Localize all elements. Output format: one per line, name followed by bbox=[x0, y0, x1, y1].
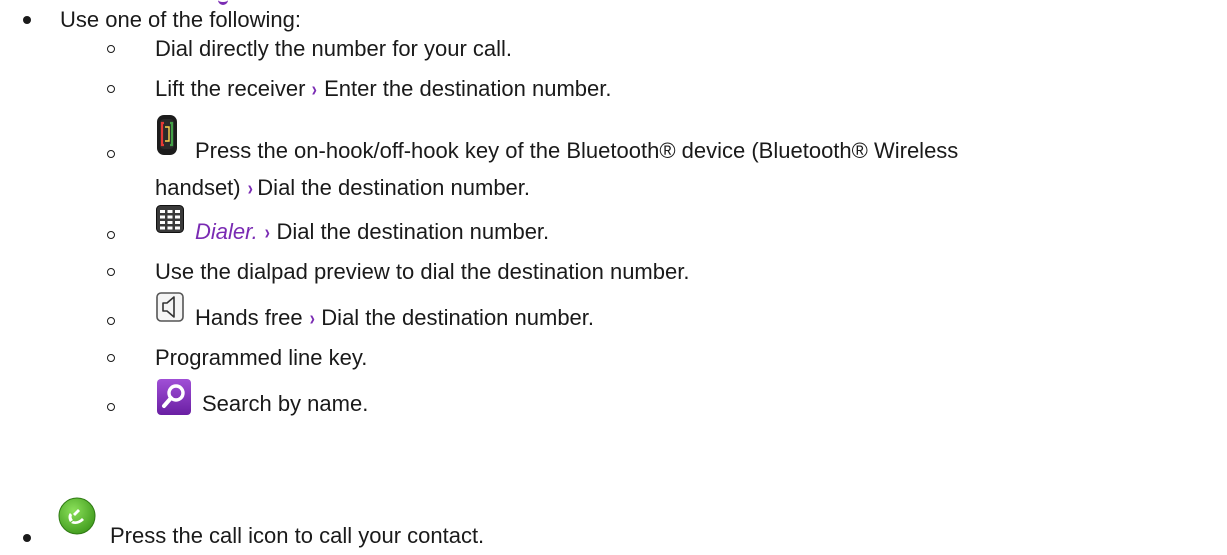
step-separator: › bbox=[312, 79, 318, 101]
sub-bullet-ring bbox=[107, 85, 115, 93]
handset-text: handset) bbox=[155, 175, 241, 200]
bluetooth-handset-icon bbox=[157, 115, 177, 155]
heading-fragment bbox=[218, 0, 228, 5]
intro-text: Use one of the following: bbox=[60, 7, 301, 32]
sub-bullet-ring bbox=[107, 45, 115, 53]
sub-bullet-ring bbox=[107, 268, 115, 276]
list-item-dial-directly: Dial directly the number for your call. bbox=[155, 36, 513, 61]
hands-free-text: Hands free bbox=[195, 305, 303, 330]
lift-receiver-text: Lift the receiver bbox=[155, 76, 306, 101]
bullet-dot bbox=[23, 16, 31, 24]
step-separator: › bbox=[309, 308, 315, 330]
list-item-hands-free: Hands free › Dial the destination number. bbox=[195, 305, 594, 332]
dial-destination-text: Dial the destination number. bbox=[276, 219, 550, 244]
sub-bullet-ring bbox=[107, 354, 115, 362]
list-item-dialpad-preview: Use the dialpad preview to dial the dest… bbox=[155, 259, 690, 284]
sub-bullet-ring bbox=[107, 231, 115, 239]
sub-bullet-ring bbox=[107, 403, 115, 411]
dial-destination-text: Dial the destination number. bbox=[321, 305, 595, 330]
dial-destination-text: Dial the destination number. bbox=[257, 175, 531, 200]
search-icon bbox=[157, 379, 191, 415]
speaker-icon bbox=[156, 292, 184, 322]
dialer-label: Dialer. bbox=[195, 219, 258, 244]
list-item-programmed-line-key: Programmed line key. bbox=[155, 345, 368, 370]
list-item-bluetooth-line2: handset) › Dial the destination number. bbox=[155, 175, 530, 202]
dialer-grid-icon bbox=[156, 205, 184, 233]
call-text: Press the call icon to call your contact… bbox=[110, 523, 485, 548]
list-item-bluetooth-line1: Press the on-hook/off-hook key of the Bl… bbox=[195, 138, 959, 163]
sub-bullet-ring bbox=[107, 150, 115, 158]
list-item-search-by-name: Search by name. bbox=[202, 391, 369, 416]
bullet-dot bbox=[23, 534, 31, 542]
list-item-dialer: Dialer. › Dial the destination number. bbox=[195, 219, 549, 246]
list-item-lift-receiver: Lift the receiver › Enter the destination … bbox=[155, 76, 612, 103]
sub-bullet-ring bbox=[107, 317, 115, 325]
step-separator: › bbox=[264, 222, 270, 244]
call-icon bbox=[58, 497, 96, 535]
enter-number-text: Enter the destination number. bbox=[324, 76, 612, 101]
step-separator: › bbox=[247, 178, 253, 200]
